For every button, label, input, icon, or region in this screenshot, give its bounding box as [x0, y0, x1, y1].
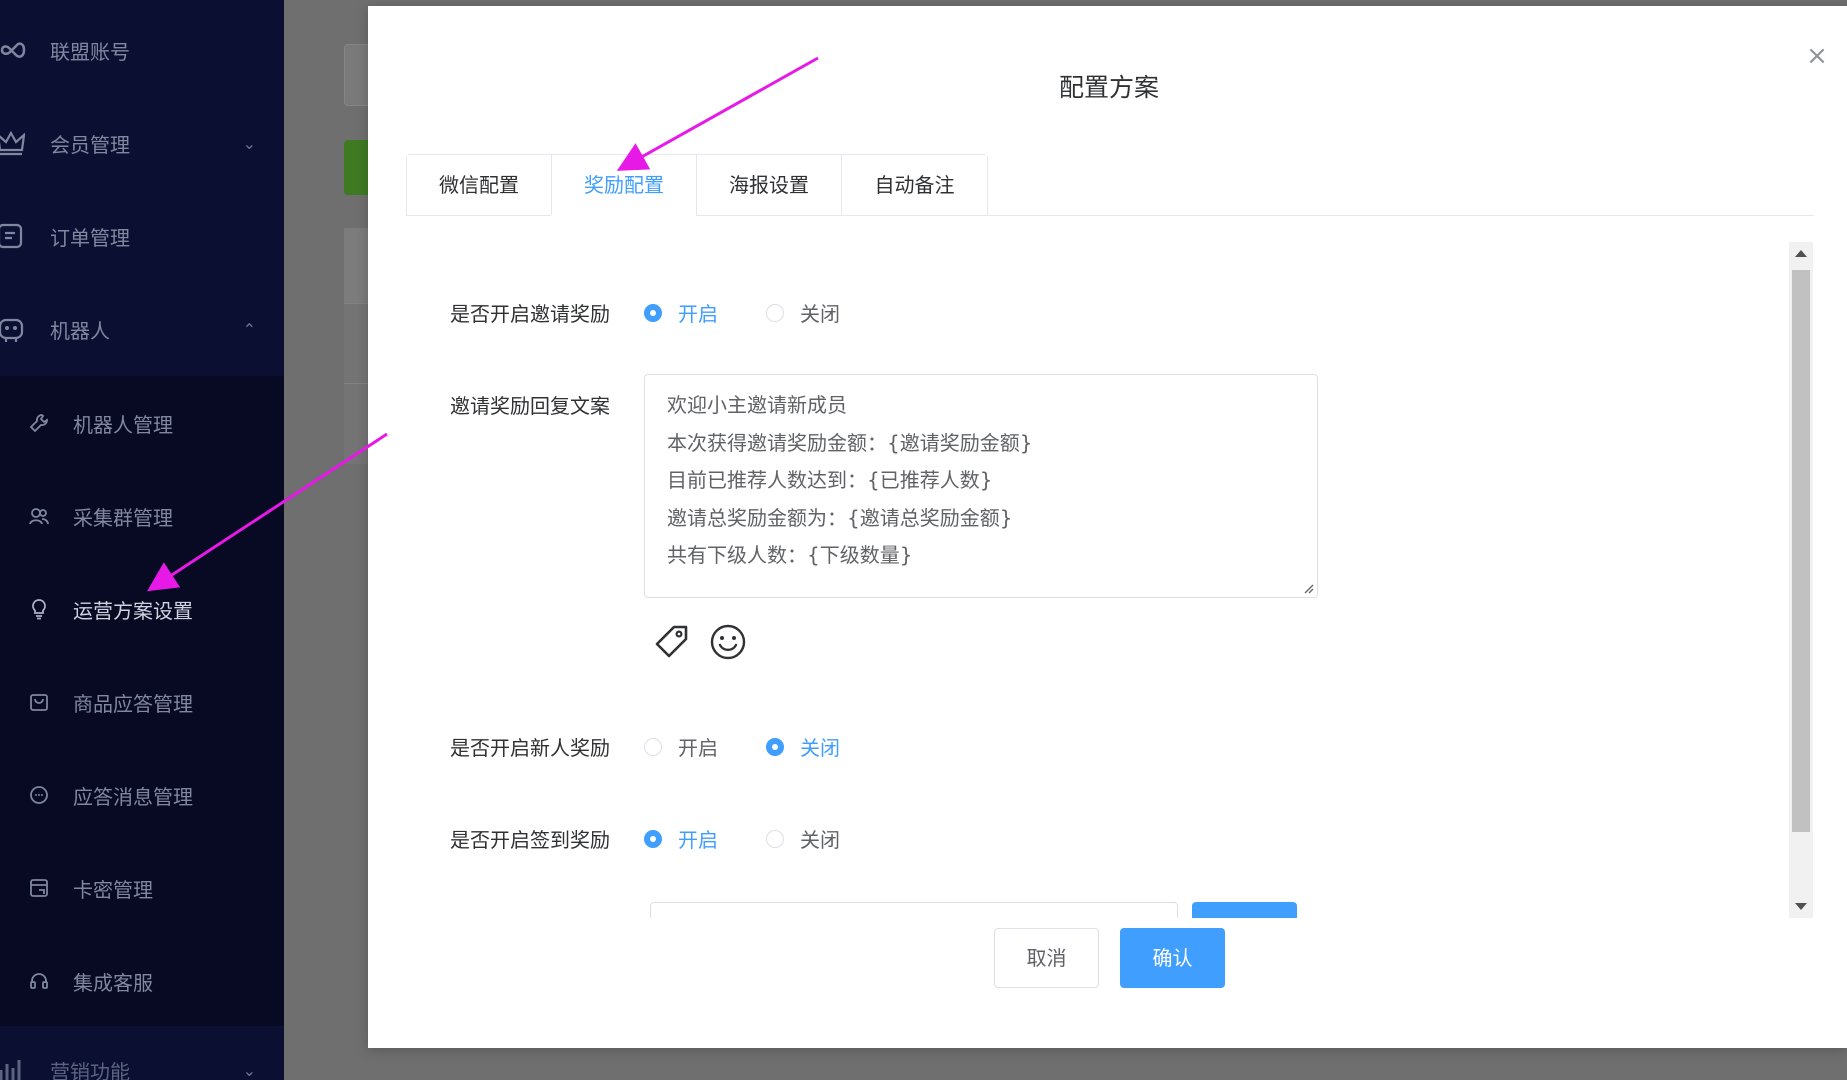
sidebar-item-label: 机器人管理	[73, 412, 173, 437]
newbie-reward-label: 是否开启新人奖励	[450, 736, 610, 760]
textarea-line: 目前已推荐人数达到：{已推荐人数}	[667, 468, 993, 492]
radio-label: 开启	[678, 736, 718, 760]
radio-circle	[644, 737, 662, 756]
radio-circle	[766, 737, 784, 756]
textarea-line: 欢迎小主邀请新成员	[667, 393, 847, 417]
sidebar-item-label: 营销功能	[50, 1059, 130, 1080]
newbie-reward-off-radio[interactable]: 关闭	[766, 732, 840, 761]
sidebar-item-order-management[interactable]: 订单管理	[0, 206, 284, 266]
radio-label: 关闭	[800, 302, 840, 326]
chat-icon	[24, 780, 54, 810]
headset-icon	[24, 966, 54, 996]
scrollbar-thumb[interactable]	[1792, 270, 1810, 832]
sidebar-item-product-reply[interactable]: 商品应答管理	[0, 672, 284, 732]
textarea-line: 本次获得邀请奖励金额：{邀请奖励金额}	[667, 430, 1033, 455]
wrench-icon	[24, 408, 54, 438]
tab-reward-config[interactable]: 奖励配置	[552, 155, 697, 216]
signin-reward-on-radio[interactable]: 开启	[644, 824, 718, 853]
scroll-down-icon[interactable]	[1795, 903, 1807, 910]
tab-wechat-config[interactable]: 微信配置	[407, 155, 552, 216]
order-icon	[0, 221, 26, 251]
bag-icon	[24, 687, 54, 717]
signin-action-button[interactable]	[1192, 902, 1297, 918]
chevron-up-icon: ⌃	[242, 319, 256, 339]
invite-reply-textarea[interactable]: 欢迎小主邀请新成员 本次获得邀请奖励金额：{邀请奖励金额} 目前已推荐人数达到：…	[644, 374, 1318, 598]
radio-label: 开启	[678, 828, 718, 852]
sidebar-item-reply-message[interactable]: 应答消息管理	[0, 765, 284, 825]
confirm-button[interactable]: 确认	[1120, 928, 1225, 988]
sidebar-item-label: 联盟账号	[50, 39, 130, 64]
radio-label: 关闭	[800, 736, 840, 760]
tab-poster-settings[interactable]: 海报设置	[697, 155, 842, 216]
sidebar-item-alliance-account[interactable]: 联盟账号	[0, 20, 284, 80]
close-icon[interactable]: ×	[1797, 36, 1837, 76]
tab-underline	[406, 215, 1814, 216]
emoji-smile-icon[interactable]	[708, 622, 748, 662]
signin-amount-input[interactable]	[650, 902, 1178, 918]
newbie-reward-on-radio[interactable]: 开启	[644, 732, 718, 761]
sidebar-item-label: 商品应答管理	[73, 691, 193, 716]
robot-icon	[0, 314, 26, 344]
invite-reward-on-radio[interactable]: 开启	[644, 298, 718, 327]
radio-circle	[644, 303, 662, 322]
dialog-title: 配置方案	[1058, 73, 1159, 102]
sidebar-item-robot-management[interactable]: 机器人管理	[0, 393, 284, 453]
chevron-down-icon: ⌄	[242, 1060, 256, 1080]
scroll-up-icon[interactable]	[1795, 250, 1807, 257]
signin-reward-label: 是否开启签到奖励	[450, 828, 610, 852]
sidebar-item-label: 卡密管理	[73, 877, 153, 902]
radio-label: 开启	[678, 302, 718, 326]
invite-reply-label: 邀请奖励回复文案	[450, 394, 610, 418]
sidebar-item-customer-service[interactable]: 集成客服	[0, 951, 284, 1011]
link-icon	[0, 35, 28, 65]
sidebar-item-robot[interactable]: 机器人 ⌃	[0, 299, 284, 359]
radio-circle	[644, 829, 662, 848]
reward-config-panel: 是否开启邀请奖励 开启 关闭 邀请奖励回复文案 欢迎小主邀请新成员 本次获得邀请…	[406, 242, 1806, 918]
sidebar-item-label: 集成客服	[73, 970, 153, 995]
card-icon	[24, 873, 54, 903]
sidebar-item-label: 采集群管理	[73, 505, 173, 530]
radio-circle	[766, 303, 784, 322]
resize-handle-icon[interactable]	[1304, 584, 1314, 594]
chart-icon	[0, 1055, 26, 1080]
tab-bar: 微信配置 奖励配置 海报设置 自动备注	[406, 154, 988, 216]
sidebar-item-label: 运营方案设置	[73, 598, 193, 623]
signin-reward-off-radio[interactable]: 关闭	[766, 824, 840, 853]
group-icon	[24, 501, 54, 531]
sidebar-item-label: 订单管理	[50, 225, 130, 250]
invite-reward-label: 是否开启邀请奖励	[450, 302, 610, 326]
tag-icon[interactable]	[652, 622, 692, 662]
tab-auto-remark[interactable]: 自动备注	[842, 155, 987, 216]
sidebar-item-label: 机器人	[50, 318, 110, 343]
sidebar-item-collect-group[interactable]: 采集群管理	[0, 486, 284, 546]
invite-reward-off-radio[interactable]: 关闭	[766, 298, 840, 327]
config-plan-dialog: 配置方案 × 微信配置 奖励配置 海报设置 自动备注 是否开启邀请奖励 开启 关…	[368, 6, 1847, 1048]
cancel-button[interactable]: 取消	[994, 928, 1099, 988]
chevron-down-icon: ⌄	[242, 133, 256, 153]
content-scrollbar[interactable]	[1789, 242, 1813, 918]
sidebar-item-label: 会员管理	[50, 132, 130, 157]
sidebar-item-label: 应答消息管理	[73, 784, 193, 809]
radio-label: 关闭	[800, 828, 840, 852]
sidebar-item-operation-plan[interactable]: 运营方案设置	[0, 579, 284, 639]
bulb-icon	[24, 594, 54, 624]
textarea-line: 共有下级人数：{下级数量}	[667, 543, 913, 567]
sidebar-item-card-key[interactable]: 卡密管理	[0, 858, 284, 918]
crown-icon	[0, 128, 26, 158]
textarea-line: 邀请总奖励金额为：{邀请总奖励金额}	[667, 505, 1013, 530]
radio-circle	[766, 829, 784, 848]
sidebar: 联盟账号 会员管理 ⌄ 订单管理 机器人 ⌃ 机器人管理 采集群管理 运营方案设…	[0, 0, 284, 1080]
sidebar-item-member-management[interactable]: 会员管理 ⌄	[0, 113, 284, 173]
sidebar-item-marketing[interactable]: 营销功能 ⌄	[0, 1040, 284, 1080]
